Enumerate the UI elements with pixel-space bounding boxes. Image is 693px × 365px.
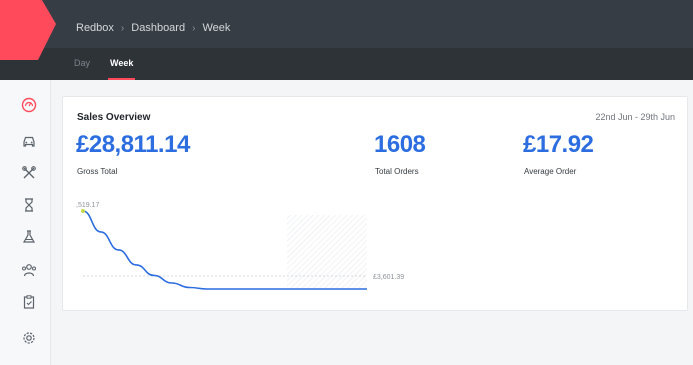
breadcrumb-redbox[interactable]: Redbox — [76, 22, 114, 34]
tab-week[interactable]: Week — [100, 48, 143, 80]
gear-icon — [23, 332, 35, 344]
sidebar-item-tools[interactable] — [19, 163, 39, 183]
projection-shade — [287, 215, 367, 289]
sales-line-chart: £3,601.39 ,519.17 — [76, 202, 404, 290]
chevron-right-icon: › — [192, 22, 196, 34]
breadcrumb-dashboard[interactable]: Dashboard — [131, 22, 185, 34]
reference-label: £3,601.39 — [373, 274, 404, 281]
sidebar-item-customers[interactable] — [19, 260, 39, 280]
start-point[interactable] — [81, 209, 85, 213]
start-value-label: ,519.17 — [76, 202, 99, 209]
sidebar-item-lab[interactable] — [19, 227, 39, 247]
gauge-icon — [21, 97, 37, 113]
tools-icon — [22, 166, 36, 179]
breadcrumb: Redbox › Dashboard › Week — [76, 22, 230, 34]
clipboard-icon — [23, 295, 35, 309]
breadcrumb-week: Week — [202, 22, 231, 34]
sidebar-item-settings[interactable] — [19, 328, 39, 348]
sidebar-item-gauge[interactable] — [19, 95, 39, 115]
sidebar-item-timer[interactable] — [19, 195, 39, 215]
period-tabs: Day Week — [64, 48, 143, 80]
sidebar-item-checklist[interactable] — [19, 292, 39, 312]
chevron-right-icon: › — [120, 22, 125, 34]
sales-overview-card: Sales Overview 22nd Jun - 29th Jun £28,8… — [62, 96, 688, 311]
hourglass-icon — [25, 198, 33, 212]
sidebar-item-vehicles[interactable] — [19, 131, 39, 151]
logo-icon[interactable] — [0, 0, 56, 60]
tab-day[interactable]: Day — [64, 48, 100, 80]
flask-icon — [22, 230, 36, 243]
sidebar — [0, 80, 51, 365]
top-bar: Redbox › Dashboard › Week Day Week — [0, 0, 693, 80]
car-icon — [23, 136, 35, 147]
users-icon — [22, 264, 36, 277]
